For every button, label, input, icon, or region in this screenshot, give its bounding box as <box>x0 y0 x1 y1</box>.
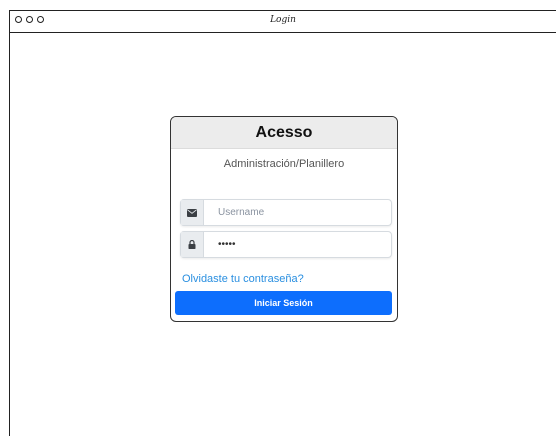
title-bar: Login <box>10 11 556 33</box>
password-field <box>180 231 392 258</box>
lock-icon <box>181 232 204 257</box>
username-input[interactable] <box>204 200 391 225</box>
window-title: Login <box>270 15 296 25</box>
password-input[interactable] <box>204 232 391 257</box>
username-field <box>180 199 392 226</box>
envelope-icon <box>181 200 204 225</box>
login-subtitle: Administración/Planillero <box>223 158 345 170</box>
login-button[interactable]: Iniciar Sesión <box>175 291 392 315</box>
login-card: Acesso Administración/Planillero Olvidas… <box>170 116 398 322</box>
forgot-password-link[interactable]: Olvidaste tu contraseña? <box>182 273 304 285</box>
login-title: Acesso <box>255 123 313 141</box>
login-card-header: Acesso <box>171 117 397 149</box>
